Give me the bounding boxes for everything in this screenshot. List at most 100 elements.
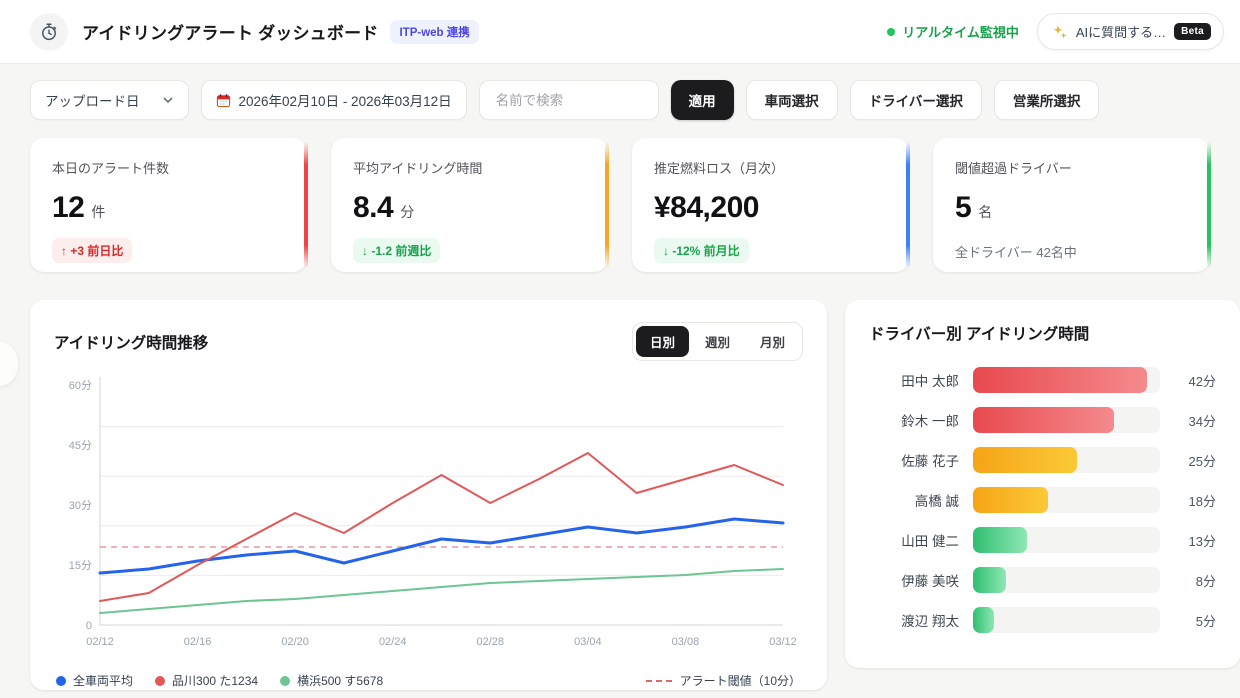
driver-bar-track bbox=[973, 407, 1160, 433]
kpi-label: 本日のアラート件数 bbox=[52, 158, 285, 177]
ask-ai-button[interactable]: AIに質問する… Beta bbox=[1037, 13, 1224, 50]
kpi-value: 12 bbox=[52, 191, 84, 225]
page-title: アイドリングアラート ダッシュボード bbox=[82, 19, 378, 44]
kpi-value: 8.4 bbox=[353, 191, 393, 225]
kpi-card: 閾値超過ドライバー5名全ドライバー 42名中 bbox=[933, 138, 1210, 272]
status-dot-icon bbox=[887, 28, 895, 36]
chevron-down-icon bbox=[162, 94, 174, 106]
period-tab-group: 日別週別月別 bbox=[632, 322, 803, 361]
svg-text:15分: 15分 bbox=[69, 559, 92, 572]
kpi-value: ¥84,200 bbox=[654, 191, 759, 225]
threshold-label: アラート閾値（10分） bbox=[680, 672, 801, 689]
dashed-line-icon bbox=[646, 680, 672, 682]
office-select-button[interactable]: 営業所選択 bbox=[994, 80, 1100, 120]
driver-value: 5分 bbox=[1172, 611, 1216, 630]
svg-text:02/24: 02/24 bbox=[379, 636, 407, 648]
driver-name: 鈴木 一郎 bbox=[869, 410, 959, 430]
driver-bar-fill bbox=[973, 567, 1006, 593]
driver-row: 伊藤 美咲8分 bbox=[869, 560, 1216, 600]
legend-dot-icon bbox=[280, 676, 290, 686]
svg-text:03/08: 03/08 bbox=[672, 636, 700, 648]
kpi-delta: ↓ -1.2 前週比 bbox=[353, 238, 440, 263]
svg-text:0: 0 bbox=[86, 620, 92, 632]
upload-date-dropdown[interactable]: アップロード日 bbox=[30, 80, 189, 120]
driver-bar-fill bbox=[973, 407, 1114, 433]
trend-line-chart: 60分 45分 30分 15分 0 02/12 02/16 02/20 02/24 02/28 03… bbox=[54, 367, 803, 664]
svg-text:02/28: 02/28 bbox=[477, 636, 505, 648]
driver-value: 18分 bbox=[1172, 491, 1216, 510]
tab-月別[interactable]: 月別 bbox=[746, 326, 799, 357]
driver-name: 佐藤 花子 bbox=[869, 450, 959, 470]
integration-badge: ITP-web 連携 bbox=[390, 20, 478, 44]
driver-row: 佐藤 花子 25分 bbox=[869, 440, 1216, 480]
search-input[interactable] bbox=[494, 92, 644, 109]
vehicle-select-button[interactable]: 車両選択 bbox=[746, 80, 838, 120]
driver-bar-fill bbox=[973, 367, 1147, 393]
driver-name: 高橋 誠 bbox=[869, 490, 959, 510]
svg-text:02/12: 02/12 bbox=[86, 636, 114, 648]
kpi-card-row: 本日のアラート件数12件↑ +3 前日比平均アイドリング時間8.4分↓ -1.2… bbox=[30, 138, 1210, 272]
driver-name: 山田 健二 bbox=[869, 530, 959, 550]
legend-label: 横浜500 す5678 bbox=[297, 672, 383, 689]
legend-dot-icon bbox=[56, 676, 66, 686]
name-search-field[interactable] bbox=[479, 80, 659, 120]
driver-panel-title: ドライバー別 アイドリング時間 bbox=[869, 322, 1216, 344]
kpi-label: 推定燃料ロス（月次） bbox=[654, 158, 887, 177]
idling-trend-panel: アイドリング時間推移 日別週別月別 60分 45分 30分 15分 0 02/12 02/1… bbox=[30, 300, 827, 690]
kpi-card: 本日のアラート件数12件↑ +3 前日比 bbox=[30, 138, 307, 272]
kpi-unit: 名 bbox=[978, 202, 992, 222]
driver-row: 鈴木 一郎34分 bbox=[869, 400, 1216, 440]
driver-name: 田中 太郎 bbox=[869, 370, 959, 390]
legend-item: 横浜500 す5678 bbox=[280, 672, 383, 689]
svg-text:02/20: 02/20 bbox=[281, 636, 309, 648]
trend-chart-legend: 全車両平均品川300 た1234横浜500 す5678アラート閾値（10分） bbox=[54, 672, 803, 689]
kpi-delta: 全ドライバー 42名中 bbox=[955, 238, 1077, 265]
driver-bar-fill bbox=[973, 527, 1027, 553]
driver-bar-fill bbox=[973, 607, 994, 633]
calendar-icon bbox=[216, 93, 231, 108]
driver-row: 渡辺 翔太5分 bbox=[869, 600, 1216, 640]
drawer-handle[interactable] bbox=[0, 342, 18, 386]
legend-label: 全車両平均 bbox=[73, 672, 133, 689]
driver-bar-track bbox=[973, 607, 1160, 633]
ask-ai-label: AIに質問する… bbox=[1076, 22, 1166, 41]
driver-bar-track bbox=[973, 447, 1160, 473]
filter-bar: アップロード日 2026年02月10日 - 2026年03月12日 bbox=[30, 80, 1210, 120]
svg-text:02/16: 02/16 bbox=[184, 636, 212, 648]
main-content: アイドリング時間推移 日別週別月別 60分 45分 30分 15分 0 02/12 02/1… bbox=[30, 300, 1240, 690]
driver-idling-panel: ドライバー別 アイドリング時間 田中 太郎 42分鈴木 一郎34分佐藤 花子 25分… bbox=[845, 300, 1240, 668]
date-range-value: 2026年02月10日 - 2026年03月12日 bbox=[239, 90, 452, 110]
driver-value: 42分 bbox=[1172, 371, 1216, 390]
driver-select-button[interactable]: ドライバー選択 bbox=[850, 80, 982, 120]
stopwatch-icon bbox=[30, 13, 68, 51]
svg-text:03/12: 03/12 bbox=[769, 636, 797, 648]
trend-panel-title: アイドリング時間推移 bbox=[54, 331, 208, 353]
apply-button[interactable]: 適用 bbox=[671, 80, 734, 120]
driver-name: 伊藤 美咲 bbox=[869, 570, 959, 590]
upload-date-dropdown-label: アップロード日 bbox=[45, 90, 140, 110]
tab-週別[interactable]: 週別 bbox=[691, 326, 744, 357]
driver-value: 13分 bbox=[1172, 531, 1216, 550]
kpi-accent-stripe bbox=[1207, 142, 1211, 268]
legend-threshold-item: アラート閾値（10分） bbox=[646, 672, 801, 689]
kpi-value: 5 bbox=[955, 191, 971, 225]
svg-text:45分: 45分 bbox=[69, 439, 92, 452]
driver-value: 25分 bbox=[1172, 451, 1216, 470]
sparkles-icon bbox=[1052, 24, 1068, 40]
legend-item: 全車両平均 bbox=[56, 672, 133, 689]
kpi-accent-stripe bbox=[304, 142, 308, 268]
driver-bar-track bbox=[973, 367, 1160, 393]
realtime-status-label: リアルタイム監視中 bbox=[902, 22, 1019, 41]
beta-badge: Beta bbox=[1174, 23, 1211, 40]
realtime-status: リアルタイム監視中 bbox=[887, 22, 1019, 41]
date-range-picker[interactable]: 2026年02月10日 - 2026年03月12日 bbox=[201, 80, 467, 120]
svg-text:30分: 30分 bbox=[69, 499, 92, 512]
kpi-card: 推定燃料ロス（月次）¥84,200↓ -12% 前月比 bbox=[632, 138, 909, 272]
svg-text:60分: 60分 bbox=[69, 379, 92, 392]
driver-row: 田中 太郎 42分 bbox=[869, 360, 1216, 400]
dashboard-page: アイドリングアラート ダッシュボード ITP-web 連携 リアルタイム監視中 … bbox=[0, 0, 1240, 698]
driver-bar-track bbox=[973, 567, 1160, 593]
kpi-unit: 件 bbox=[91, 202, 105, 222]
tab-日別[interactable]: 日別 bbox=[636, 326, 689, 357]
kpi-label: 平均アイドリング時間 bbox=[353, 158, 586, 177]
